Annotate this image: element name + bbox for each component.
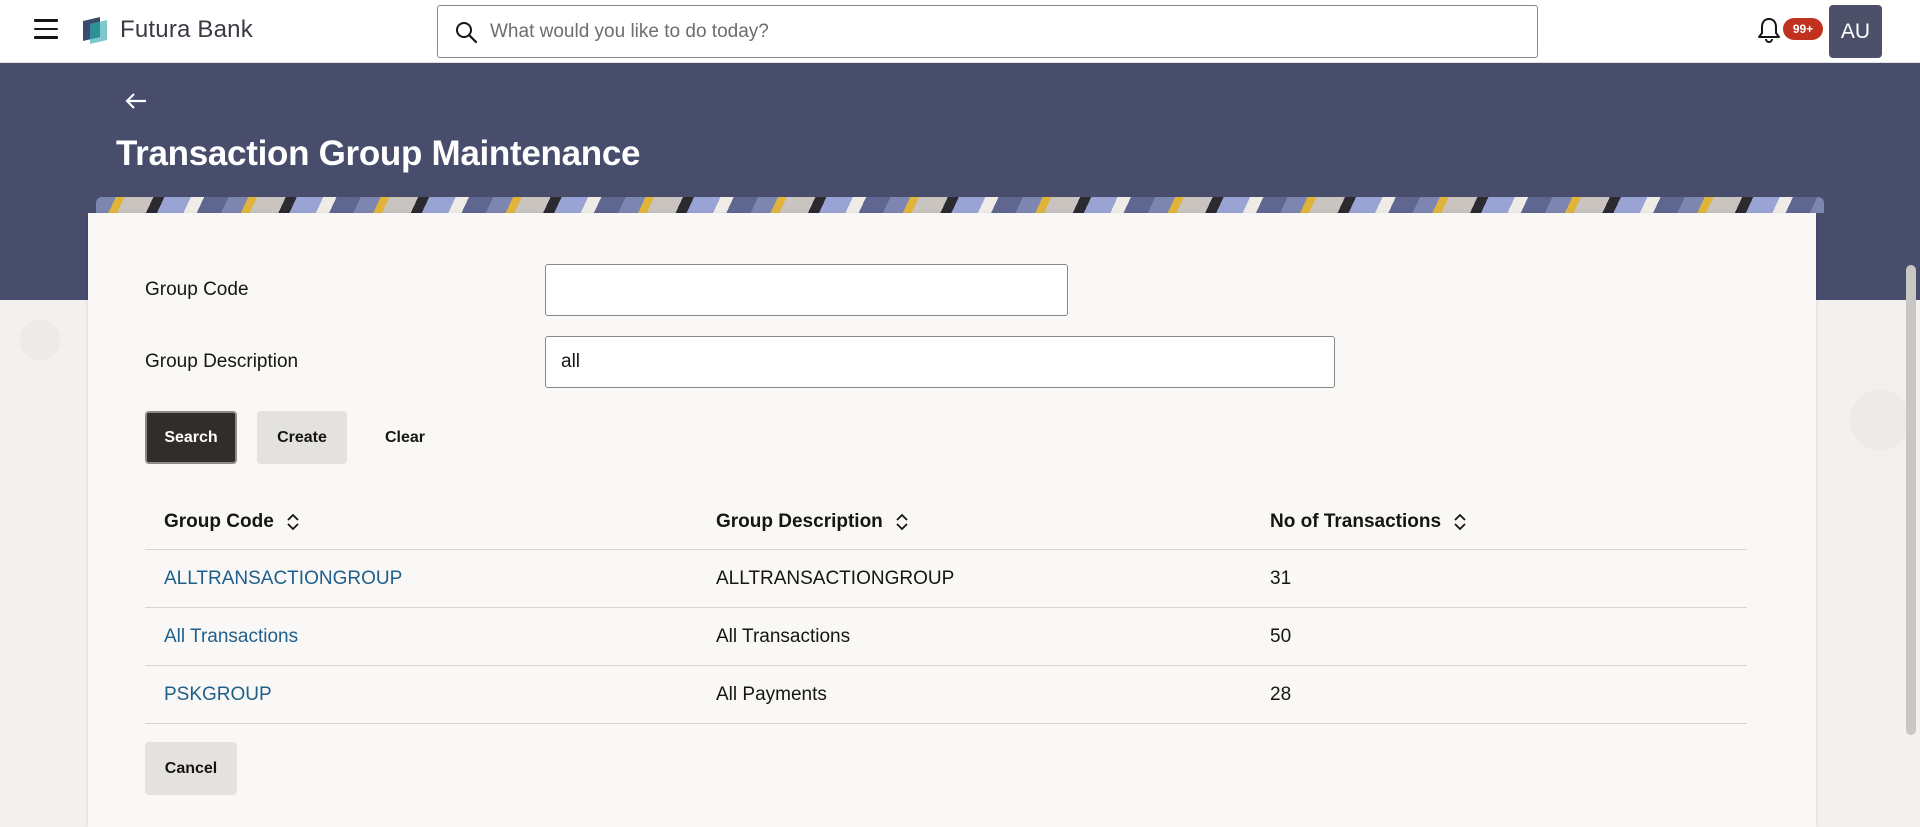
search-icon [456,22,478,44]
global-search-input[interactable] [490,6,1530,57]
bell-icon[interactable] [1756,16,1782,44]
decorative-banner [96,197,1824,213]
group-code-link[interactable]: ALLTRANSACTIONGROUP [164,550,402,608]
group-description-cell: ALLTRANSACTIONGROUP [716,568,955,589]
sort-icon[interactable] [895,512,909,532]
group-code-input[interactable] [545,264,1068,316]
transaction-count-cell: 31 [1270,568,1292,589]
sort-icon[interactable] [286,512,300,532]
notification-badge[interactable]: 99+ [1783,18,1823,40]
column-header-label: Group Description [716,511,883,532]
group-code-link[interactable]: All Transactions [164,608,298,666]
sort-icon[interactable] [1453,512,1467,532]
page-scrollbar[interactable] [1906,265,1916,735]
create-button[interactable]: Create [257,411,347,464]
global-search[interactable] [437,5,1538,58]
column-header-group-code[interactable]: Group Code [164,494,300,550]
results-table: Group Code Group Description No of Trans… [145,494,1747,724]
back-arrow-icon[interactable] [124,91,148,111]
column-header-no-of-transactions[interactable]: No of Transactions [1270,494,1467,550]
table-row: All Transactions All Transactions 50 [145,608,1747,666]
column-header-group-description[interactable]: Group Description [716,494,909,550]
column-header-label: No of Transactions [1270,511,1442,532]
search-button[interactable]: Search [145,411,237,464]
group-description-label: Group Description [145,351,299,372]
column-header-label: Group Code [164,511,274,532]
group-description-cell: All Payments [716,684,827,705]
transaction-count-cell: 28 [1270,684,1292,705]
group-code-link[interactable]: PSKGROUP [164,666,272,724]
group-description-cell: All Transactions [716,626,851,647]
brand-name[interactable]: Futura Bank [120,16,253,44]
avatar[interactable]: AU [1829,5,1882,58]
bank-logo-icon[interactable] [80,15,110,45]
group-description-input[interactable] [545,336,1335,388]
transaction-count-cell: 50 [1270,626,1292,647]
page-title: Transaction Group Maintenance [116,134,641,173]
hamburger-menu-icon[interactable] [34,19,60,43]
top-bar: Futura Bank 99+ AU [0,0,1920,63]
table-header-row: Group Code Group Description No of Trans… [145,494,1747,550]
table-row: PSKGROUP All Payments 28 [145,666,1747,724]
clear-button[interactable]: Clear [365,411,445,464]
group-code-label: Group Code [145,279,249,300]
cancel-button[interactable]: Cancel [145,742,237,795]
table-row: ALLTRANSACTIONGROUP ALLTRANSACTIONGROUP … [145,550,1747,608]
